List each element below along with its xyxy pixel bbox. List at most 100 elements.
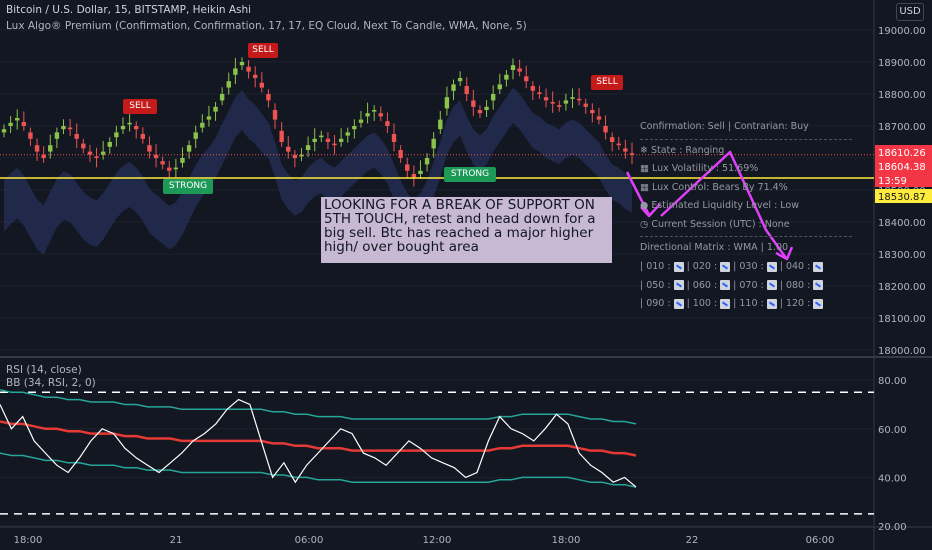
candle-body — [147, 145, 152, 152]
support-price-label: 18530.87 — [878, 192, 926, 203]
trend-down-icon — [673, 298, 684, 309]
candle-body — [246, 66, 251, 72]
candle-body — [537, 92, 542, 94]
candle-body — [319, 135, 324, 138]
candle-body — [226, 81, 231, 88]
candle-body — [81, 143, 86, 149]
candle-body — [477, 110, 483, 114]
candle-body — [378, 113, 383, 117]
candle-body — [623, 148, 628, 152]
matrix-cell: | 020 : — [687, 261, 731, 272]
candle-body — [286, 146, 291, 152]
last-price-label: 18610.26 — [878, 148, 926, 159]
chart-title: Bitcoin / U.S. Dollar, 15, BITSTAMP, Hei… — [6, 4, 252, 16]
rsi-tick-label: 40.00 — [878, 473, 907, 484]
candle-body — [219, 94, 225, 101]
y-tick-label: 18100.00 — [878, 314, 926, 325]
x-tick-label: 18:00 — [14, 535, 43, 546]
candle-body — [431, 138, 436, 149]
trend-down-icon — [720, 261, 731, 272]
candle-body — [385, 121, 390, 126]
trend-down-icon — [813, 298, 824, 309]
candle-body — [21, 122, 27, 126]
candle-body — [173, 167, 179, 170]
candle-body — [583, 103, 588, 107]
candle-body — [576, 98, 582, 101]
candle-body — [609, 137, 615, 142]
candle-body — [87, 151, 93, 155]
candle-body — [1, 129, 7, 133]
clock-icon: ◷ — [640, 218, 652, 230]
matrix-cell: | 080 : — [780, 280, 824, 291]
chart-icon: ▦ — [640, 181, 652, 193]
trend-down-icon — [813, 280, 824, 291]
strong-signal-badge: STRONG — [444, 167, 496, 182]
candle-body — [48, 145, 53, 152]
rsi-label: RSI (14, close) — [6, 364, 82, 376]
y-tick-label: 18000.00 — [878, 346, 926, 357]
trend-down-icon — [766, 261, 777, 272]
candle-body — [180, 158, 185, 163]
matrix-cell: | 070 : — [733, 280, 777, 291]
candle-body — [74, 134, 79, 139]
candle-body — [67, 127, 73, 130]
x-tick-label: 18:00 — [552, 535, 581, 546]
matrix-cell: | 090 : — [640, 298, 684, 309]
y-tick-label: 18800.00 — [878, 90, 926, 101]
candle-body — [15, 118, 20, 121]
candle-body — [8, 122, 13, 126]
panel-divider — [640, 138, 852, 140]
currency-button[interactable]: USD — [896, 3, 924, 21]
candle-body — [94, 156, 99, 158]
trend-down-icon — [766, 280, 777, 291]
matrix-cell: | 060 : — [687, 280, 731, 291]
liquidity-row: ● Estimated Liquidity Level : Low — [640, 200, 800, 211]
candle-body — [233, 68, 238, 75]
second-price-label: 18604.38 — [878, 162, 926, 173]
snowflake-icon: ❄ — [640, 144, 651, 156]
candle-body — [100, 151, 106, 155]
candle-body — [451, 84, 456, 91]
candle-body — [134, 126, 139, 130]
candle-body — [200, 122, 205, 128]
candle-body — [266, 94, 271, 101]
panel-divider — [640, 236, 852, 237]
candle-body — [524, 76, 529, 82]
matrix-cell: | 040 : — [780, 261, 824, 272]
matrix-cell: | 100 : — [687, 298, 731, 309]
matrix-title: Directional Matrix : WMA | 1.00 — [640, 242, 789, 253]
candle-body — [411, 174, 417, 178]
candle-body — [543, 97, 549, 101]
matrix-row: | 010 : | 020 : | 030 : | 040 : — [640, 258, 852, 277]
candle-body — [497, 84, 502, 90]
candle-body — [444, 97, 450, 109]
candle-body — [186, 145, 192, 152]
candle-body — [325, 138, 331, 142]
candle-body — [517, 68, 522, 72]
x-tick-label: 12:00 — [423, 535, 452, 546]
chart-icon: ▦ — [640, 163, 652, 174]
rsi-tick-label: 80.00 — [878, 376, 907, 387]
y-tick-label: 18900.00 — [878, 58, 926, 69]
candle-body — [253, 74, 258, 78]
directional-matrix: | 010 : | 020 : | 030 : | 040 : | 050 : | 060… — [640, 258, 852, 314]
confirmation-row: Confirmation: Sell | Contrarian: Buy — [640, 121, 809, 132]
candle-body — [464, 86, 469, 94]
x-tick-label: 06:00 — [806, 535, 835, 546]
candle-body — [34, 145, 40, 152]
trend-down-icon — [720, 280, 731, 291]
candle-body — [345, 132, 350, 136]
candle-body — [352, 126, 357, 130]
candle-body — [54, 132, 60, 139]
candle-body — [305, 145, 311, 150]
candle-body — [457, 78, 463, 82]
x-tick-label: 21 — [170, 535, 183, 546]
sell-signal-badge: SELL — [248, 43, 278, 58]
candle-body — [563, 100, 569, 104]
candle-body — [193, 132, 198, 139]
candle-body — [550, 102, 555, 104]
candle-body — [596, 116, 602, 120]
candle-body — [391, 134, 397, 142]
candle-body — [398, 150, 403, 158]
matrix-row: | 050 : | 060 : | 070 : | 080 : — [640, 276, 852, 295]
